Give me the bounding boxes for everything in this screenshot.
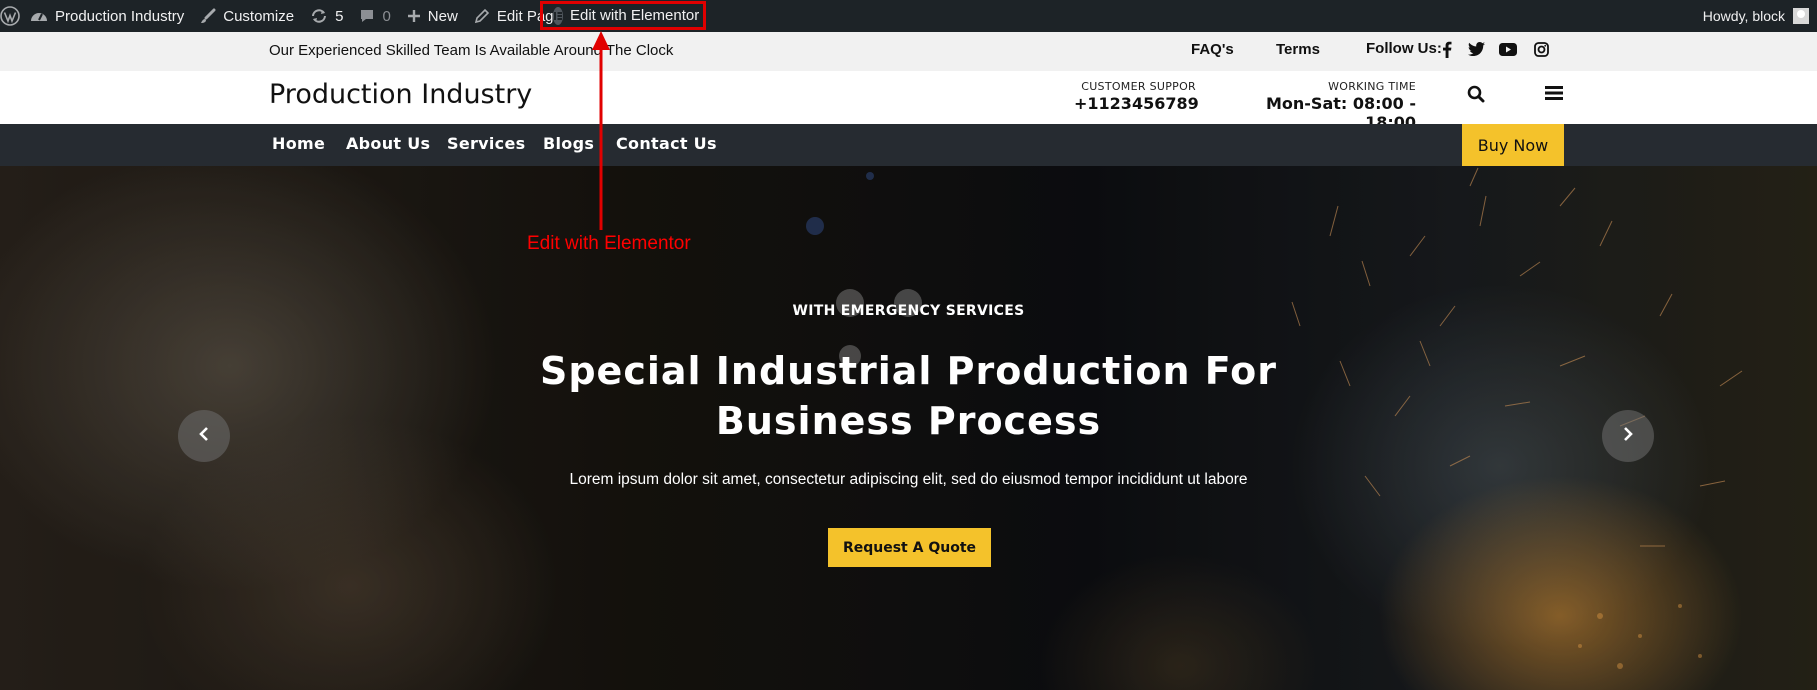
my-account-menu[interactable]: Howdy, block <box>1703 0 1809 32</box>
follow-us-label: Follow Us: <box>1366 40 1442 57</box>
nav-item-services[interactable]: Services <box>447 134 525 153</box>
new-content-menu[interactable]: New <box>399 0 466 32</box>
annotation-label: Edit with Elementor <box>527 233 691 254</box>
elementor-icon <box>553 6 563 25</box>
top-info-bar: Our Experienced Skilled Team Is Availabl… <box>0 32 1817 71</box>
buy-now-button[interactable]: Buy Now <box>1462 124 1564 166</box>
nav-item-about-us[interactable]: About Us <box>346 134 430 153</box>
comments-count: 0 <box>382 7 391 25</box>
plus-icon <box>407 9 421 23</box>
greeting-text: Howdy, block <box>1702 8 1785 24</box>
hero-title: Special Industrial Production For Busine… <box>0 346 1817 446</box>
updates-count: 5 <box>335 7 344 25</box>
dashboard-icon <box>30 8 48 24</box>
updates-link[interactable]: 5 <box>302 0 351 32</box>
edit-with-elementor-link[interactable]: Edit with Elementor <box>540 1 706 30</box>
pencil-icon <box>474 8 490 24</box>
comment-icon <box>359 8 375 24</box>
updates-icon <box>310 8 328 24</box>
customize-label: Customize <box>223 7 295 25</box>
faq-link[interactable]: FAQ's <box>1191 41 1234 58</box>
hero-kicker: WITH EMERGENCY SERVICES <box>792 303 1025 319</box>
avatar <box>1793 8 1809 24</box>
comments-link[interactable]: 0 <box>351 0 398 32</box>
nav-item-blogs[interactable]: Blogs <box>543 134 594 153</box>
terms-link[interactable]: Terms <box>1276 41 1320 58</box>
new-label: New <box>427 7 458 25</box>
twitter-icon[interactable] <box>1467 40 1485 58</box>
site-title[interactable]: Production Industry <box>269 79 532 110</box>
hero-slider: WITH EMERGENCY SERVICES Special Industri… <box>0 166 1817 690</box>
search-icon[interactable] <box>1467 85 1489 107</box>
site-name-menu[interactable]: Production Industry <box>22 0 192 32</box>
request-quote-button[interactable]: Request A Quote <box>828 528 991 567</box>
nav-item-home[interactable]: Home <box>272 134 325 153</box>
customize-link[interactable]: Customize <box>192 0 302 32</box>
working-caption: WORKING TIME <box>1328 80 1416 93</box>
hamburger-menu-icon[interactable] <box>1545 85 1567 107</box>
facebook-icon[interactable] <box>1438 40 1456 58</box>
support-caption: CUSTOMER SUPPOR <box>1081 80 1196 93</box>
wp-admin-bar: Production Industry Customize 5 0 New Ed… <box>0 0 1817 32</box>
paintbrush-icon <box>200 8 216 24</box>
site-header: Production Industry CUSTOMER SUPPOR +112… <box>0 71 1817 132</box>
availability-tagline: Our Experienced Skilled Team Is Availabl… <box>269 42 674 59</box>
site-name-label: Production Industry <box>55 7 185 25</box>
hero-description: Lorem ipsum dolor sit amet, consectetur … <box>569 471 1248 488</box>
main-navigation: Home About Us Services Blogs Contact Us … <box>0 124 1817 166</box>
wordpress-logo-icon[interactable] <box>0 0 22 32</box>
youtube-icon[interactable] <box>1499 40 1517 58</box>
nav-item-contact-us[interactable]: Contact Us <box>616 134 717 153</box>
instagram-icon[interactable] <box>1532 40 1550 58</box>
edit-with-elementor-label: Edit with Elementor <box>570 7 700 24</box>
hero-title-line-1: Special Industrial Production For <box>539 349 1277 393</box>
support-phone[interactable]: +1123456789 <box>1074 94 1199 113</box>
customer-support-block: CUSTOMER SUPPOR +1123456789 <box>1074 80 1199 113</box>
hero-title-line-2: Business Process <box>715 399 1102 443</box>
